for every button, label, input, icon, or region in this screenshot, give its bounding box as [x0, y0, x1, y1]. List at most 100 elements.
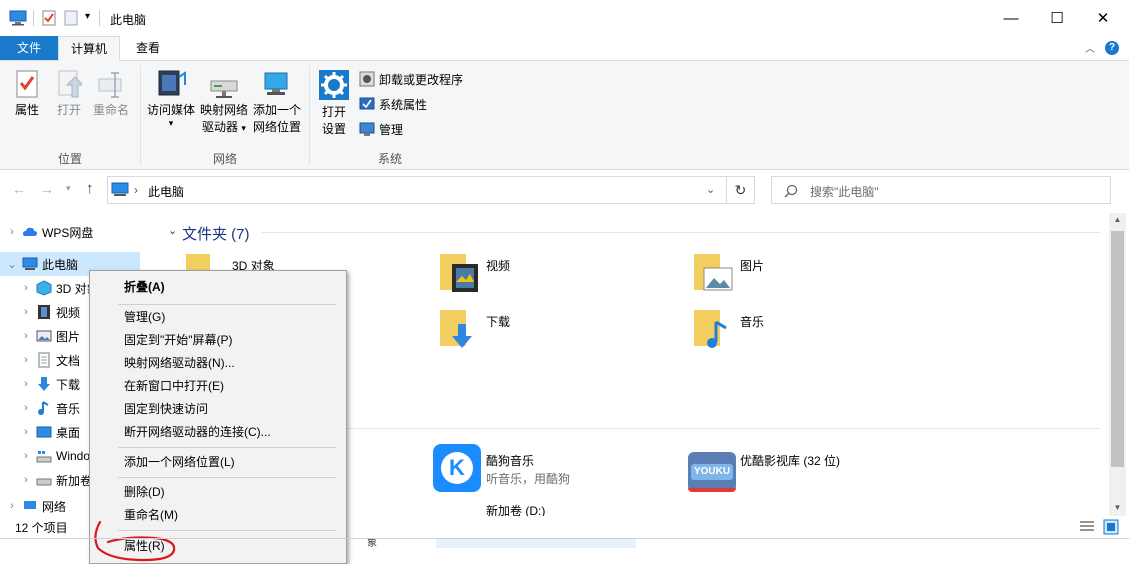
- expand-chevron-icon[interactable]: ›: [18, 354, 34, 366]
- folder-music-icon[interactable]: [694, 308, 734, 350]
- system-properties-button[interactable]: 系统属性: [359, 94, 427, 114]
- access-media-label: 访问媒体: [146, 103, 195, 117]
- breadcrumb-chevron-icon[interactable]: ›: [134, 183, 138, 197]
- access-media-button[interactable]: 访问媒体 ▾: [145, 69, 197, 128]
- tab-computer[interactable]: 计算机: [58, 36, 121, 62]
- expand-chevron-icon[interactable]: ›: [18, 282, 34, 294]
- tab-view[interactable]: 查看: [124, 36, 172, 60]
- open-button[interactable]: 打开: [52, 69, 86, 119]
- annotation-circle: [94, 520, 176, 562]
- expand-chevron-icon[interactable]: ›: [4, 226, 20, 238]
- menu-item-pin-to-start[interactable]: 固定到"开始"屏幕(P): [91, 329, 345, 352]
- properties-button[interactable]: 属性: [10, 69, 44, 119]
- minimize-button[interactable]: —: [988, 0, 1034, 36]
- tab-file[interactable]: 文件: [0, 36, 58, 60]
- nav-item-label: 文档: [56, 353, 81, 368]
- menu-item-manage[interactable]: 管理(G): [91, 306, 345, 329]
- search-icon: [784, 184, 798, 198]
- add-location-label-1: 添加一个: [252, 103, 301, 117]
- recent-locations-icon[interactable]: ▾: [66, 183, 71, 194]
- expand-chevron-icon[interactable]: ›: [18, 402, 34, 414]
- folder-downloads-icon[interactable]: [440, 308, 480, 350]
- back-arrow-icon[interactable]: ←: [12, 181, 26, 197]
- menu-item-disconnect-drive[interactable]: 断开网络驱动器的连接(C)...: [91, 421, 345, 444]
- menu-separator: [118, 447, 336, 448]
- menu-item-delete[interactable]: 删除(D): [91, 481, 345, 504]
- large-icons-view-icon[interactable]: [1103, 519, 1119, 535]
- collapse-chevron-icon[interactable]: ⌄: [4, 258, 20, 271]
- search-input[interactable]: 搜索"此电脑": [771, 176, 1111, 204]
- youku-app-icon[interactable]: YOUKU: [688, 452, 736, 492]
- kugou-app-icon[interactable]: K: [433, 444, 481, 492]
- location-group-label: 位置: [57, 152, 82, 166]
- help-icon[interactable]: ?: [1105, 41, 1119, 55]
- folder-pictures-icon[interactable]: [694, 252, 734, 294]
- expand-chevron-icon[interactable]: ›: [18, 306, 34, 318]
- menu-item-add-network-location[interactable]: 添加一个网络位置(L): [91, 451, 345, 474]
- properties-qat-icon[interactable]: [42, 10, 56, 26]
- vertical-scrollbar[interactable]: ▲ ▼: [1109, 213, 1126, 516]
- folder-videos-icon[interactable]: [440, 252, 480, 294]
- nav-item-wps-drive[interactable]: › WPS网盘: [0, 220, 150, 244]
- folders-section-header[interactable]: 文件夹 (7): [182, 223, 250, 244]
- refresh-button[interactable]: ↻: [727, 176, 755, 204]
- computer-icon: [9, 10, 27, 26]
- system-drive-icon: [36, 451, 52, 463]
- rename-button[interactable]: 重命名: [92, 69, 130, 119]
- expand-chevron-icon[interactable]: ›: [18, 378, 34, 390]
- up-arrow-icon[interactable]: ↑: [86, 180, 94, 197]
- manage-button[interactable]: 管理: [359, 119, 403, 139]
- map-network-drive-label-1: 映射网络: [199, 103, 248, 117]
- close-button[interactable]: ✕: [1080, 0, 1126, 36]
- map-network-drive-button[interactable]: 映射网络 驱动器 ▾: [198, 69, 250, 137]
- menu-item-collapse[interactable]: 折叠(A): [91, 276, 345, 299]
- document-icon: [38, 352, 50, 368]
- expand-chevron-icon[interactable]: ›: [18, 330, 34, 342]
- section-divider: [345, 428, 1100, 429]
- qat-dropdown-icon[interactable]: ▾: [85, 11, 90, 22]
- app-title[interactable]: 酷狗音乐: [486, 452, 534, 469]
- menu-separator: [118, 477, 336, 478]
- menu-item-pin-quick-access[interactable]: 固定到快速访问: [91, 398, 345, 421]
- cloud-icon: [23, 227, 37, 236]
- folder-label[interactable]: 音乐: [740, 313, 764, 330]
- section-collapse-icon[interactable]: ⌄: [168, 224, 177, 237]
- scroll-thumb[interactable]: [1111, 231, 1124, 467]
- film-icon: [38, 305, 50, 319]
- uninstall-programs-button[interactable]: 卸载或更改程序: [359, 69, 463, 89]
- kugou-k-glyph: K: [441, 452, 473, 484]
- search-placeholder: 搜索"此电脑": [810, 185, 879, 199]
- title-divider: [99, 10, 100, 26]
- folder-label[interactable]: 下载: [486, 313, 510, 330]
- expand-chevron-icon[interactable]: ›: [18, 450, 34, 462]
- title-bar: ▾ 此电脑 — ☐ ✕: [0, 0, 1129, 36]
- media-icon: [158, 70, 186, 96]
- expand-chevron-icon[interactable]: ›: [18, 474, 34, 486]
- app-subtitle: 听音乐，用酷狗: [486, 472, 571, 486]
- collapse-ribbon-icon[interactable]: ︿: [1085, 40, 1095, 55]
- scroll-up-icon[interactable]: ▲: [1109, 215, 1126, 225]
- forward-arrow-icon[interactable]: →: [40, 181, 54, 197]
- expand-chevron-icon[interactable]: ›: [4, 500, 20, 512]
- folder-label[interactable]: 图片: [740, 257, 764, 274]
- menu-item-map-network-drive[interactable]: 映射网络驱动器(N)...: [91, 352, 345, 375]
- address-bar[interactable]: › 此电脑 ⌄: [107, 176, 727, 204]
- desktop-icon: [36, 426, 52, 438]
- nav-item-label: WPS网盘: [42, 225, 94, 240]
- address-dropdown-icon[interactable]: ⌄: [706, 183, 715, 196]
- open-settings-button[interactable]: 打开 设置: [317, 69, 351, 138]
- details-view-icon[interactable]: [1079, 520, 1095, 534]
- menu-item-open-new-window[interactable]: 在新窗口中打开(E): [91, 375, 345, 398]
- system-properties-icon: [359, 97, 375, 110]
- refresh-icon: ↻: [734, 181, 747, 198]
- expand-chevron-icon[interactable]: ›: [18, 426, 34, 438]
- breadcrumb[interactable]: 此电脑: [148, 183, 184, 200]
- new-folder-qat-icon[interactable]: [64, 10, 78, 26]
- app-title[interactable]: 优酷影视库 (32 位): [740, 452, 840, 469]
- folder-label[interactable]: 视频: [486, 257, 510, 274]
- add-network-location-button[interactable]: 添加一个 网络位置: [251, 69, 303, 136]
- open-settings-label-1: 打开: [321, 105, 346, 119]
- computer-icon: [22, 257, 38, 270]
- maximize-button[interactable]: ☐: [1034, 0, 1080, 36]
- scroll-down-icon[interactable]: ▼: [1109, 503, 1126, 513]
